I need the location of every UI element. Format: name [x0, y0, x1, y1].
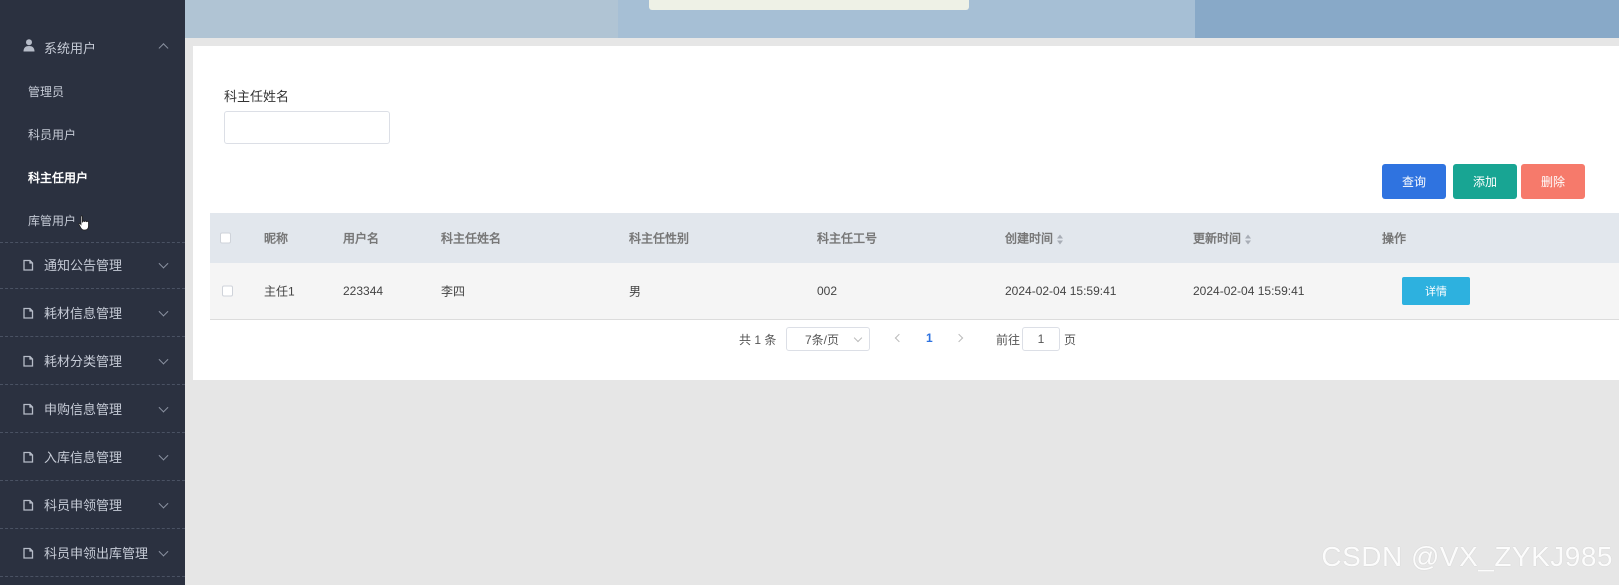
chevron-down-icon [158, 402, 169, 413]
sidebar-item-label: 科员用户 [28, 128, 77, 142]
column-header-director-id: 科主任工号 [817, 231, 878, 246]
document-icon [23, 451, 34, 463]
cell-username: 223344 [343, 284, 384, 298]
sort-icon[interactable] [1057, 234, 1064, 245]
column-header-label: 创建时间 [1005, 231, 1054, 246]
current-page-number[interactable]: 1 [926, 331, 933, 345]
cell-director-id: 002 [817, 284, 838, 298]
column-header-director-gender: 科主任性别 [629, 231, 690, 246]
sort-icon[interactable] [1245, 234, 1252, 245]
director-users-table: 昵称 用户名 科主任姓名 科主任性别 科主任工号 创建时间 更新时间 操作 主任… [210, 213, 1619, 320]
column-header-director-name: 科主任姓名 [441, 231, 502, 246]
column-header-actions: 操作 [1382, 231, 1407, 246]
chevron-down-icon [158, 450, 169, 461]
banner-segment-right [1195, 0, 1619, 38]
next-page-icon[interactable] [954, 333, 964, 343]
chevron-up-icon [158, 43, 169, 54]
top-banner [185, 0, 1619, 38]
sidebar-item-label: 库管用户 [28, 214, 77, 228]
sidebar-group-label: 入库信息管理 [44, 450, 123, 465]
chevron-down-icon [853, 333, 863, 343]
cell-created-time: 2024-02-04 15:59:41 [1005, 284, 1117, 298]
document-icon [23, 259, 34, 271]
sidebar-group-label: 耗材信息管理 [44, 306, 123, 321]
pagination-total: 共 1 条 [739, 333, 777, 347]
sidebar-item-label: 科主任用户 [28, 171, 89, 185]
pagination: 共 1 条 7条/页 1 前往 页 [193, 327, 1619, 351]
director-name-search-input[interactable] [224, 111, 390, 144]
chevron-down-icon [158, 306, 169, 317]
document-icon [23, 499, 34, 511]
cell-nickname: 主任1 [264, 284, 295, 299]
content-panel: 科主任姓名 查询 添加 删除 昵称 用户名 科主任姓名 科主任性别 科主任工号 … [193, 46, 1619, 380]
sidebar-group-stock-in[interactable]: 入库信息管理 [0, 433, 185, 481]
document-icon [23, 403, 34, 415]
banner-segment-middle [618, 0, 1195, 38]
table-row: 主任1 223344 李四 男 002 2024-02-04 15:59:41 … [210, 263, 1619, 320]
sidebar-item-label: 管理员 [28, 85, 65, 99]
column-header-updated-time[interactable]: 更新时间 [1193, 230, 1252, 247]
banner-input-strip [649, 0, 969, 10]
query-button[interactable]: 查询 [1382, 164, 1446, 199]
sidebar-group-label: 通知公告管理 [44, 258, 123, 273]
sidebar-submenu: 管理员 科员用户 科主任用户 库管用户 [0, 70, 185, 243]
sidebar-group-label: 科员申领管理 [44, 498, 123, 513]
page-unit-label: 页 [1064, 333, 1077, 347]
sidebar-group-consumable-info[interactable]: 耗材信息管理 [0, 289, 185, 337]
column-header-created-time[interactable]: 创建时间 [1005, 230, 1064, 247]
row-checkbox[interactable] [222, 285, 233, 297]
sidebar-group-clerk-request-outbound[interactable]: 科员申领出库管理 [0, 529, 185, 577]
goto-label: 前往 [996, 333, 1021, 347]
chevron-down-icon [158, 546, 169, 557]
column-header-username: 用户名 [343, 231, 380, 246]
sidebar-item-admin[interactable]: 管理员 [0, 70, 185, 113]
banner-segment-left [185, 0, 618, 38]
hand-cursor-icon [78, 215, 89, 231]
watermark: CSDN @VX_ZYKJ985 [1321, 541, 1613, 572]
goto-page-input[interactable] [1022, 327, 1060, 351]
sidebar-group-notice[interactable]: 通知公告管理 [0, 241, 185, 289]
sidebar-group-clerk-requests[interactable]: 科员申领管理 [0, 481, 185, 529]
document-icon [23, 547, 34, 559]
table-header: 昵称 用户名 科主任姓名 科主任性别 科主任工号 创建时间 更新时间 操作 [210, 213, 1619, 263]
sidebar-item-director-users[interactable]: 科主任用户 [0, 156, 185, 199]
sidebar: 系统用户 管理员 科员用户 科主任用户 库管用户 通知公告管理 耗材信息管理 耗… [0, 0, 185, 585]
detail-button[interactable]: 详情 [1402, 277, 1470, 305]
add-button[interactable]: 添加 [1453, 164, 1517, 199]
column-header-label: 更新时间 [1193, 231, 1242, 246]
cell-updated-time: 2024-02-04 15:59:41 [1193, 284, 1305, 298]
sidebar-group-label: 耗材分类管理 [44, 354, 123, 369]
page-size-value: 7条/页 [805, 332, 840, 347]
chevron-down-icon [158, 498, 169, 509]
delete-button[interactable]: 删除 [1521, 164, 1585, 199]
sidebar-group-label: 申购信息管理 [44, 402, 123, 417]
chevron-down-icon [158, 354, 169, 365]
sidebar-item-warehouse-users[interactable]: 库管用户 [0, 199, 185, 242]
sidebar-group-purchase[interactable]: 申购信息管理 [0, 385, 185, 433]
search-label: 科主任姓名 [224, 89, 290, 104]
cell-director-gender: 男 [629, 284, 642, 299]
user-icon [23, 39, 35, 52]
sidebar-group-label: 系统用户 [44, 41, 97, 56]
sidebar-groups: 通知公告管理 耗材信息管理 耗材分类管理 申购信息管理 入库信息管理 科员申领管… [0, 241, 185, 577]
chevron-down-icon [158, 258, 169, 269]
cell-director-name: 李四 [441, 284, 466, 299]
sidebar-group-consumable-category[interactable]: 耗材分类管理 [0, 337, 185, 385]
select-all-checkbox[interactable] [220, 232, 231, 244]
prev-page-icon[interactable] [894, 333, 904, 343]
sidebar-group-label: 科员申领出库管理 [44, 546, 149, 561]
document-icon [23, 307, 34, 319]
column-header-nickname: 昵称 [264, 231, 289, 246]
page-size-select[interactable]: 7条/页 [786, 327, 870, 351]
sidebar-item-clerk-users[interactable]: 科员用户 [0, 113, 185, 156]
document-icon [23, 355, 34, 367]
